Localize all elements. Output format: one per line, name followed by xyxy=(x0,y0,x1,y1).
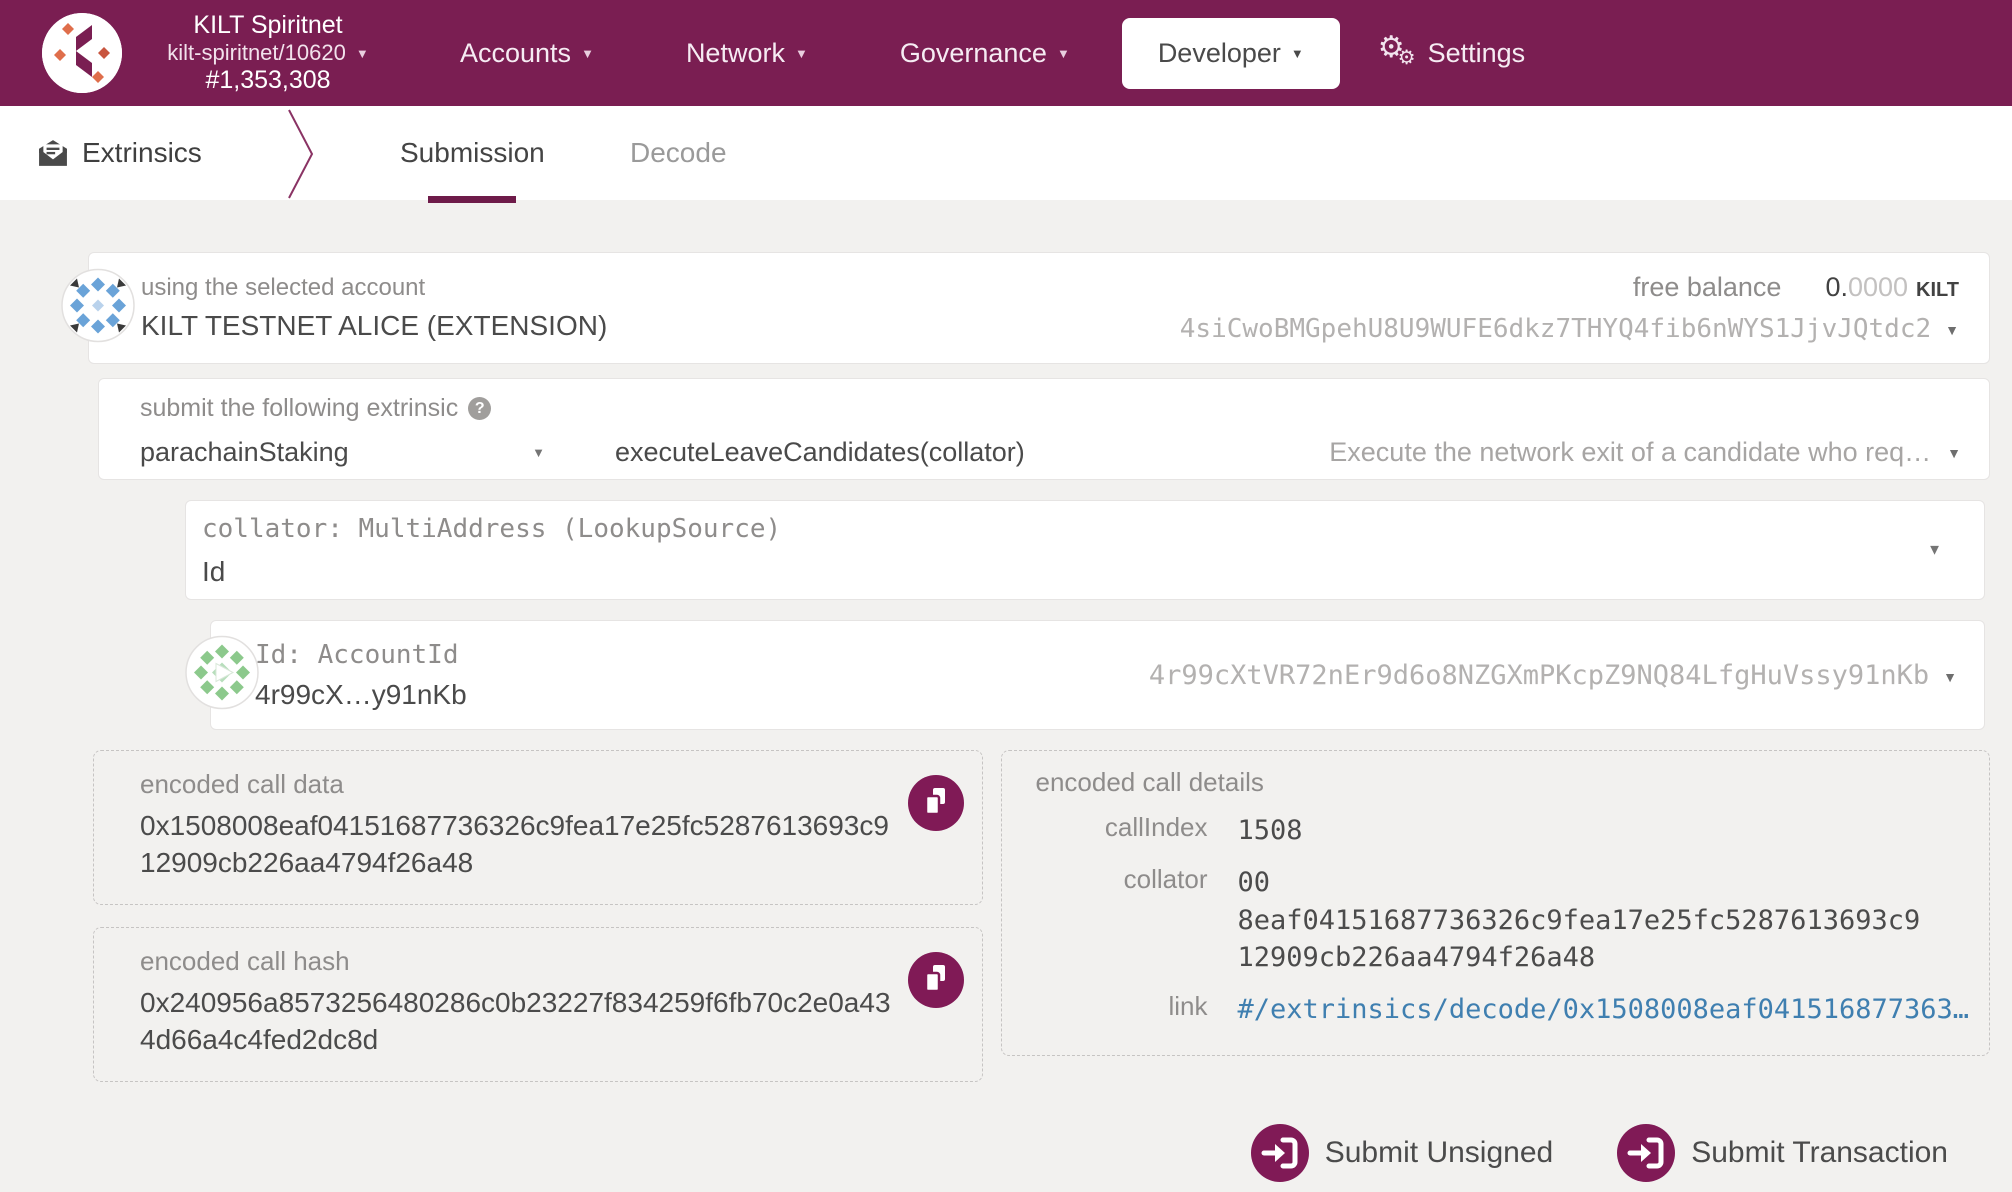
pallet-select[interactable]: parachainStaking ▼ xyxy=(140,437,545,468)
main-nav: Accounts▼ Network▼ Governance▼ Developer… xyxy=(398,18,1525,89)
account-identicon[interactable] xyxy=(61,269,135,348)
method-select[interactable]: Execute the network exit of a candidate … xyxy=(1329,437,1961,468)
tab-bar: Extrinsics Submission Decode xyxy=(0,106,2012,200)
call-data-label: encoded call data xyxy=(140,769,958,800)
nav-developer[interactable]: Developer▼ xyxy=(1122,18,1340,89)
decode-link[interactable]: #/extrinsics/decode/0x1508008eaf04151687… xyxy=(1238,991,1970,1029)
sign-in-icon xyxy=(1617,1124,1675,1182)
chain-selector[interactable]: KILT Spiritnet kilt-spiritnet/10620▼ #1,… xyxy=(138,11,398,96)
free-balance-label: free balance xyxy=(1633,272,1782,302)
submit-unsigned-label: Submit Unsigned xyxy=(1325,1136,1553,1170)
balance-integer: 0. xyxy=(1825,272,1848,302)
nav-settings[interactable]: ⚙⚙Settings xyxy=(1378,38,1525,69)
gears-icon: ⚙⚙ xyxy=(1378,48,1416,58)
chevron-down-icon: ▼ xyxy=(1947,445,1961,461)
collator-param-value: Id xyxy=(202,556,1984,588)
extrinsic-card: submit the following extrinsic ? paracha… xyxy=(98,378,1990,480)
copy-call-hash-button[interactable] xyxy=(908,952,964,1008)
account-address: 4siCwoBMGpehU8U9WUFE6dkz7THYQ4fib6nWYS1J… xyxy=(1180,314,1931,344)
detail-row-link: link #/extrinsics/decode/0x1508008eaf041… xyxy=(1036,991,1970,1029)
kilt-logo-icon xyxy=(42,13,122,93)
account-name: KILT TESTNET ALICE (EXTENSION) xyxy=(141,310,607,342)
top-nav-bar: KILT Spiritnet kilt-spiritnet/10620▼ #1,… xyxy=(0,0,2012,106)
method-description: Execute the network exit of a candidate … xyxy=(1329,437,1931,468)
actions-bar: Submit Unsigned Submit Transaction xyxy=(0,1124,1948,1182)
copy-call-data-button[interactable] xyxy=(908,775,964,831)
nav-governance[interactable]: Governance▼ xyxy=(900,38,1070,69)
tab-decode[interactable]: Decode xyxy=(630,106,727,200)
chevron-down-icon: ▼ xyxy=(581,46,594,61)
pallet-value: parachainStaking xyxy=(140,437,349,468)
collator-address-dropdown[interactable]: 4r99cXtVR72nEr9d6o8NZGXmPKcpZ9NQ84LfgHuV… xyxy=(1149,660,1984,691)
collator-param-card: collator: MultiAddress (LookupSource) Id… xyxy=(185,500,1985,600)
encoded-call-hash-box: encoded call hash 0x240956a8573256480286… xyxy=(93,927,983,1082)
chain-spec: kilt-spiritnet/10620▼ xyxy=(138,40,398,66)
section-extrinsics: Extrinsics xyxy=(38,106,202,200)
kilt-logo[interactable] xyxy=(42,13,122,93)
chevron-down-icon: ▼ xyxy=(532,445,545,460)
call-details-label: encoded call details xyxy=(1036,767,1970,798)
extrinsics-page: using the selected account KILT TESTNET … xyxy=(0,200,2012,1182)
nav-accounts[interactable]: Accounts▼ xyxy=(460,38,594,69)
nav-network[interactable]: Network▼ xyxy=(686,38,808,69)
detail-value-collator: 00 8eaf04151687736326c9fea17e25fc5287613… xyxy=(1238,864,1970,977)
detail-row-collator: collator 00 8eaf04151687736326c9fea17e25… xyxy=(1036,864,1970,977)
breadcrumb-chevron xyxy=(285,108,317,200)
encoded-call-data-box: encoded call data 0x1508008eaf0415168773… xyxy=(93,750,983,905)
collator-type-select[interactable]: ▼ xyxy=(1927,542,1942,559)
tab-submission[interactable]: Submission xyxy=(400,106,545,200)
chevron-down-icon: ▼ xyxy=(1291,46,1304,61)
chevron-down-icon: ▼ xyxy=(1057,46,1070,61)
block-number: #1,353,308 xyxy=(138,66,398,96)
submit-transaction-label: Submit Transaction xyxy=(1691,1136,1948,1170)
encoded-call-details-box: encoded call details callIndex 1508 coll… xyxy=(1001,750,1991,1056)
sign-in-icon xyxy=(1251,1124,1309,1182)
call-hash-value: 0x240956a8573256480286c0b23227f834259f6f… xyxy=(140,985,958,1059)
account-address-dropdown[interactable]: 4siCwoBMGpehU8U9WUFE6dkz7THYQ4fib6nWYS1J… xyxy=(1180,313,1959,344)
submit-transaction-button[interactable]: Submit Transaction xyxy=(1617,1124,1948,1182)
copy-icon xyxy=(908,775,964,831)
chevron-down-icon: ▼ xyxy=(1945,322,1959,338)
id-short-address: 4r99cX…y91nKb xyxy=(255,679,467,711)
detail-key: collator xyxy=(1036,864,1208,895)
extrinsic-section-label: submit the following extrinsic xyxy=(140,394,458,423)
collator-param-label: collator: MultiAddress (LookupSource) xyxy=(202,514,1984,544)
detail-key: callIndex xyxy=(1036,812,1208,843)
help-icon[interactable]: ? xyxy=(468,397,491,420)
call-hash-label: encoded call hash xyxy=(140,946,958,977)
chevron-down-icon: ▼ xyxy=(356,46,369,61)
balance-unit: KILT xyxy=(1916,279,1959,301)
id-param-label: Id: AccountId xyxy=(255,640,467,670)
detail-key: link xyxy=(1036,991,1208,1022)
collator-address: 4r99cXtVR72nEr9d6o8NZGXmPKcpZ9NQ84LfgHuV… xyxy=(1149,660,1929,691)
account-id-param-card: Id: AccountId 4r99cX…y91nKb 4r99cXtVR72n… xyxy=(210,620,1985,730)
balance-fraction: 0000 xyxy=(1848,272,1908,302)
detail-row-callindex: callIndex 1508 xyxy=(1036,812,1970,850)
chevron-down-icon: ▼ xyxy=(795,46,808,61)
free-balance: free balance 0.0000 KILT xyxy=(1180,272,1959,303)
chevron-down-icon: ▼ xyxy=(1943,669,1957,685)
account-card: using the selected account KILT TESTNET … xyxy=(88,252,1990,364)
envelope-open-icon xyxy=(38,139,68,167)
call-data-value: 0x1508008eaf04151687736326c9fea17e25fc52… xyxy=(140,808,958,882)
collator-identicon[interactable] xyxy=(185,636,259,715)
chain-name: KILT Spiritnet xyxy=(138,11,398,41)
detail-value-callindex: 1508 xyxy=(1238,812,1303,850)
method-value: executeLeaveCandidates(collator) xyxy=(615,437,1025,468)
account-section-label: using the selected account xyxy=(141,274,607,302)
submit-unsigned-button[interactable]: Submit Unsigned xyxy=(1251,1124,1553,1182)
section-title-label: Extrinsics xyxy=(82,137,202,169)
copy-icon xyxy=(908,952,964,1008)
